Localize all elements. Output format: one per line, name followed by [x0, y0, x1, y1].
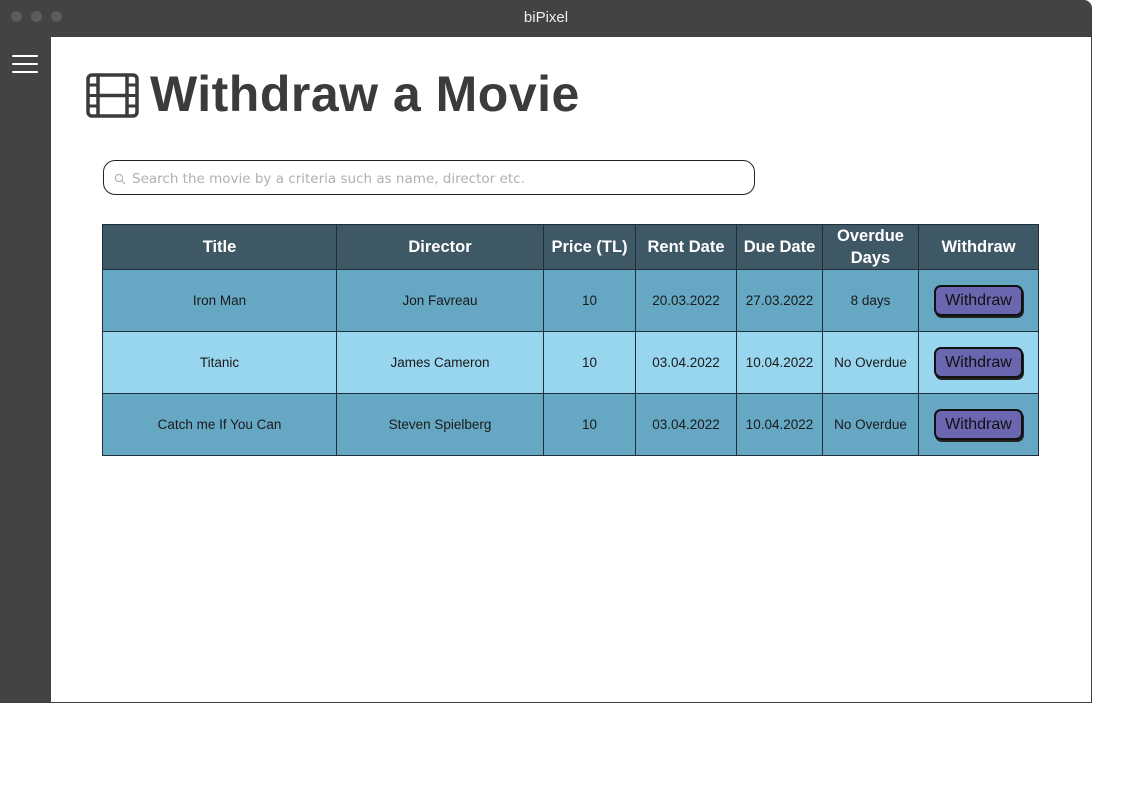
- cell-overdue: No Overdue: [822, 393, 919, 456]
- cell-withdraw: Withdraw: [918, 393, 1039, 456]
- cell-rent-date: 03.04.2022: [635, 331, 737, 394]
- hamburger-menu-icon[interactable]: [12, 55, 38, 75]
- cell-due-date: 10.04.2022: [736, 331, 823, 394]
- column-header-rent-date: Rent Date: [635, 224, 737, 270]
- cell-withdraw: Withdraw: [918, 269, 1039, 332]
- cell-rent-date: 20.03.2022: [635, 269, 737, 332]
- withdraw-button[interactable]: Withdraw: [934, 285, 1023, 316]
- cell-title: Iron Man: [102, 269, 337, 332]
- cell-withdraw: Withdraw: [918, 331, 1039, 394]
- column-header-overdue-days: Overdue Days: [822, 224, 919, 270]
- search-icon: [114, 173, 126, 185]
- cell-price: 10: [543, 331, 636, 394]
- cell-title: Catch me If You Can: [102, 393, 337, 456]
- sidebar: [0, 37, 51, 702]
- table-row: Iron Man Jon Favreau 10 20.03.2022 27.03…: [102, 269, 1039, 332]
- cell-overdue: No Overdue: [822, 331, 919, 394]
- rented-movies-table: Title Director Price (TL) Rent Date Due …: [102, 224, 1039, 456]
- cell-director: Steven Spielberg: [336, 393, 544, 456]
- table-header-row: Title Director Price (TL) Rent Date Due …: [102, 224, 1039, 270]
- film-icon: [86, 73, 139, 118]
- page-title: Withdraw a Movie: [150, 66, 580, 122]
- cell-price: 10: [543, 393, 636, 456]
- cell-director: Jon Favreau: [336, 269, 544, 332]
- cell-price: 10: [543, 269, 636, 332]
- search-bar[interactable]: [103, 160, 755, 195]
- title-bar: biPixel: [0, 0, 1091, 37]
- cell-due-date: 10.04.2022: [736, 393, 823, 456]
- search-input[interactable]: [130, 167, 744, 191]
- column-header-director: Director: [336, 224, 544, 270]
- cell-overdue: 8 days: [822, 269, 919, 332]
- cell-director: James Cameron: [336, 331, 544, 394]
- table-row: Catch me If You Can Steven Spielberg 10 …: [102, 393, 1039, 456]
- app-title: biPixel: [523, 9, 569, 26]
- column-header-title: Title: [102, 224, 337, 270]
- column-header-withdraw: Withdraw: [918, 224, 1039, 270]
- withdraw-button[interactable]: Withdraw: [934, 409, 1023, 440]
- cell-due-date: 27.03.2022: [736, 269, 823, 332]
- column-header-due-date: Due Date: [736, 224, 823, 270]
- column-header-price: Price (TL): [543, 224, 636, 270]
- table-row: Titanic James Cameron 10 03.04.2022 10.0…: [102, 331, 1039, 394]
- withdraw-button[interactable]: Withdraw: [934, 347, 1023, 378]
- cell-rent-date: 03.04.2022: [635, 393, 737, 456]
- cell-title: Titanic: [102, 331, 337, 394]
